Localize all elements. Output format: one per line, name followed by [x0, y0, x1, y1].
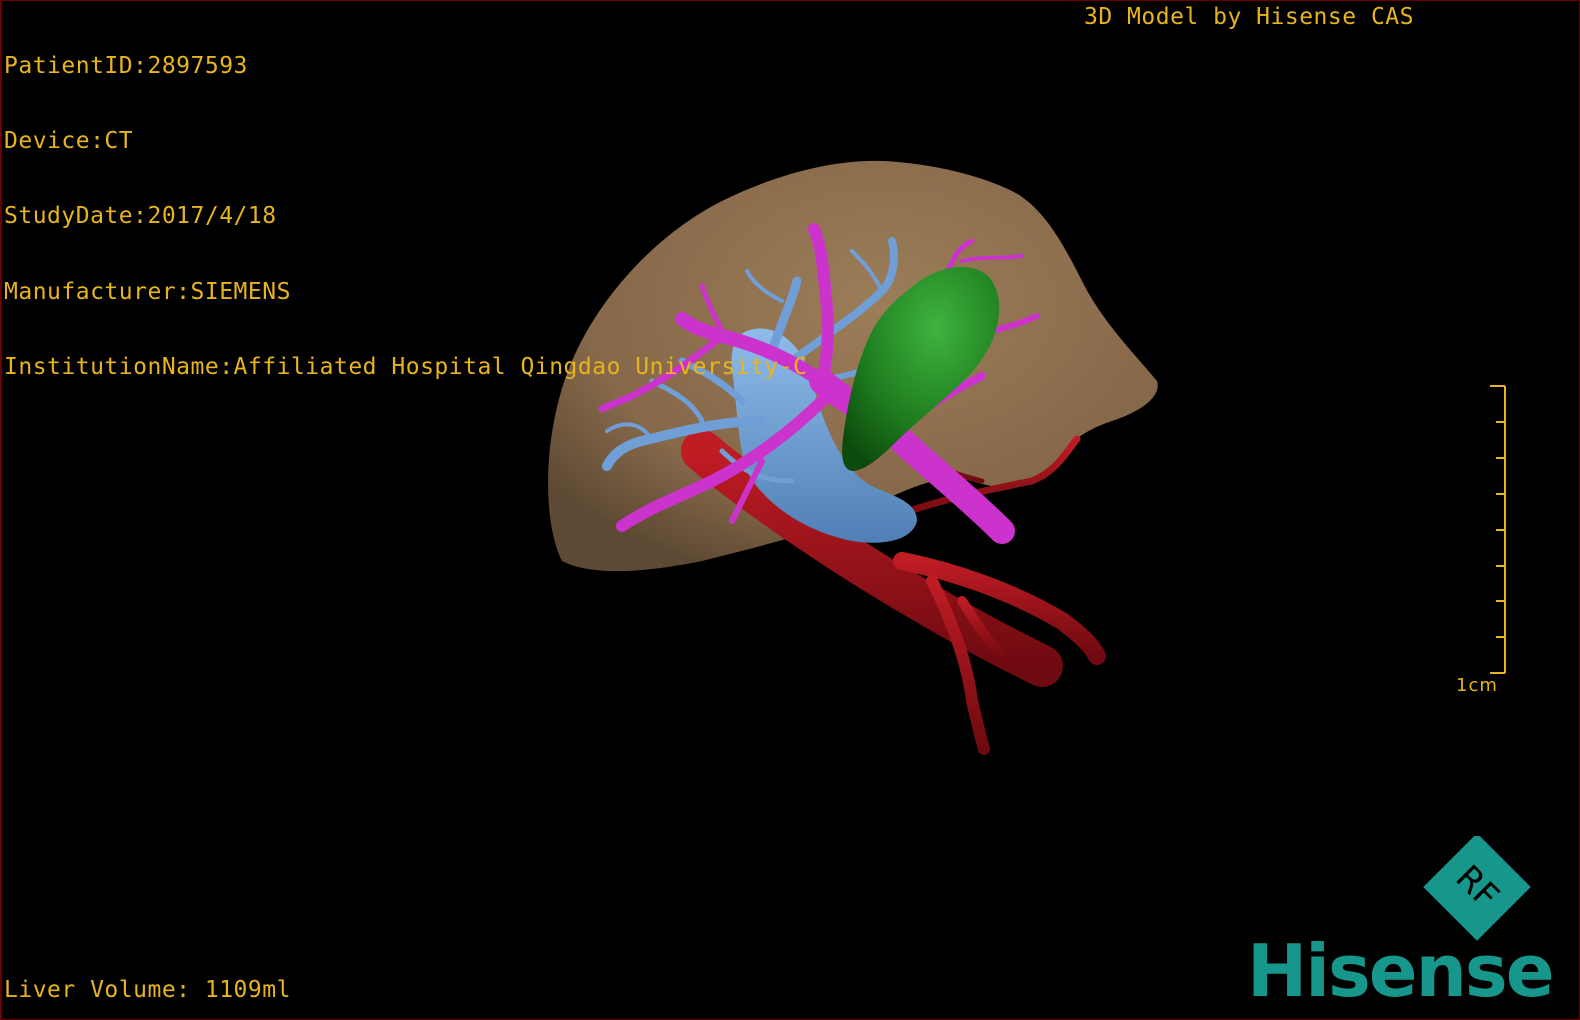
scale-label: 1cm	[1456, 675, 1498, 696]
hisense-logo: RF Hisense	[1247, 833, 1579, 1019]
hisense-brand: Hisense	[1247, 929, 1555, 1013]
3d-viewport[interactable]: PatientID:2897593 Device:CT StudyDate:20…	[0, 0, 1580, 1020]
